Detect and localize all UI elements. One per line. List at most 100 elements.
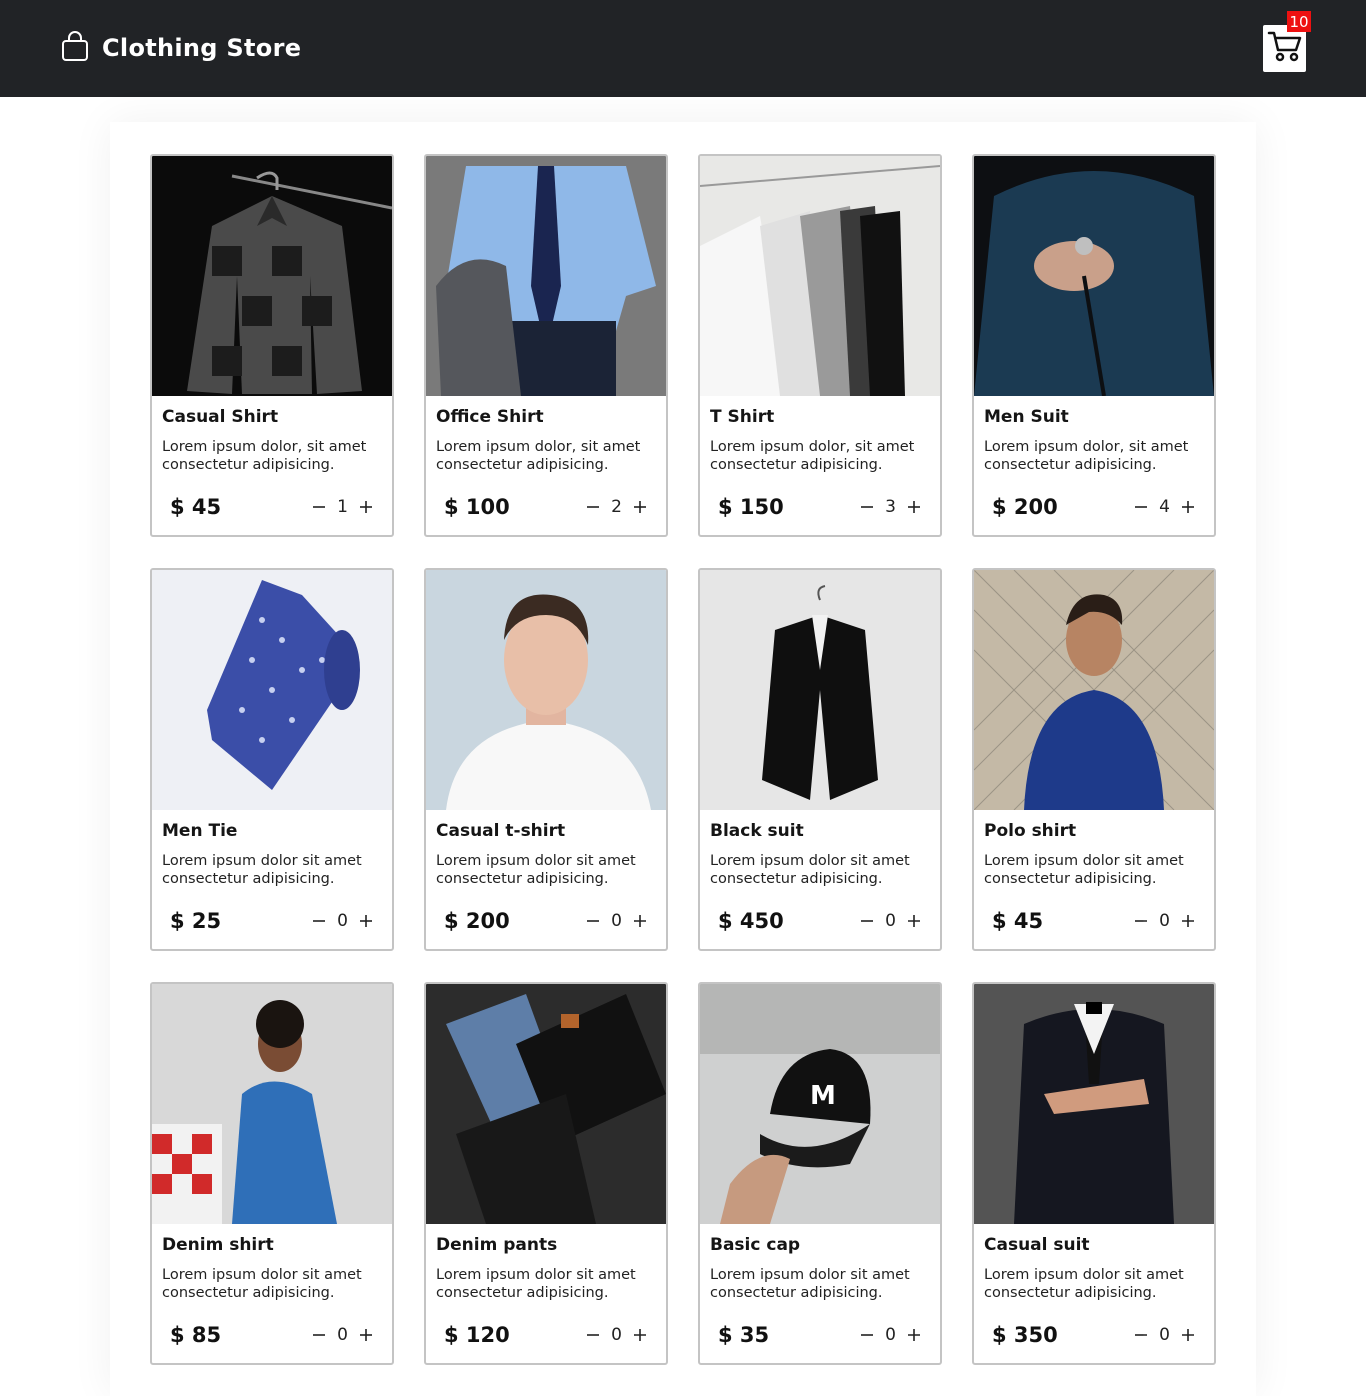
increment-button[interactable] xyxy=(358,499,374,515)
quantity-stepper: 0 xyxy=(859,911,922,931)
product-description: Lorem ipsum dolor sit amet consectetur a… xyxy=(984,1267,1184,1301)
increment-button[interactable] xyxy=(358,913,374,929)
minus-icon xyxy=(587,1334,600,1336)
product-title: Casual suit xyxy=(984,1235,1090,1255)
minus-icon xyxy=(1135,920,1148,922)
product-card[interactable]: T Shirt Lorem ipsum dolor, sit amet conse… xyxy=(698,154,942,537)
decrement-button[interactable] xyxy=(311,913,327,929)
increment-button[interactable] xyxy=(632,1327,648,1343)
decrement-button[interactable] xyxy=(859,1327,875,1343)
plus-icon xyxy=(908,501,920,513)
product-title: Denim shirt xyxy=(162,1235,274,1255)
decrement-button[interactable] xyxy=(1133,499,1149,515)
product-title: Men Tie xyxy=(162,821,238,841)
quantity-value: 0 xyxy=(1159,1325,1170,1345)
product-card[interactable]: Men Suit Lorem ipsum dolor, sit amet cons… xyxy=(972,154,1216,537)
product-card[interactable]: Casual Shirt Lorem ipsum dolor, sit amet … xyxy=(150,154,394,537)
product-title: Basic cap xyxy=(710,1235,801,1255)
minus-icon xyxy=(313,920,326,922)
minus-icon xyxy=(313,1334,326,1336)
minus-icon xyxy=(861,1334,874,1336)
quantity-stepper: 0 xyxy=(311,1325,374,1345)
product-price: $ 100 xyxy=(444,495,510,519)
product-price: $ 45 xyxy=(992,909,1044,933)
quantity-value: 0 xyxy=(337,911,348,931)
decrement-button[interactable] xyxy=(1133,913,1149,929)
product-description: Lorem ipsum dolor sit amet consectetur a… xyxy=(436,1267,636,1301)
product-card[interactable]: Casual suit Lorem ipsum dolor sit amet co… xyxy=(972,982,1216,1365)
increment-button[interactable] xyxy=(906,1327,922,1343)
increment-button[interactable] xyxy=(1180,1327,1196,1343)
shopping-bag-icon xyxy=(60,30,90,67)
plus-icon xyxy=(360,915,372,927)
plus-icon xyxy=(1182,501,1194,513)
product-card[interactable]: Black suit Lorem ipsum dolor sit amet con… xyxy=(698,568,942,951)
decrement-button[interactable] xyxy=(585,499,601,515)
product-price: $ 150 xyxy=(718,495,784,519)
quantity-value: 4 xyxy=(1159,497,1170,517)
product-card[interactable]: Casual t-shirt Lorem ipsum dolor sit amet… xyxy=(424,568,668,951)
product-title: Casual Shirt xyxy=(162,407,279,427)
increment-button[interactable] xyxy=(906,499,922,515)
product-description: Lorem ipsum dolor, sit amet consectetur … xyxy=(710,439,915,473)
product-description: Lorem ipsum dolor sit amet consectetur a… xyxy=(436,853,636,887)
increment-button[interactable] xyxy=(1180,913,1196,929)
product-card[interactable]: Denim shirt Lorem ipsum dolor sit amet co… xyxy=(150,982,394,1365)
product-card[interactable]: Polo shirt Lorem ipsum dolor sit amet con… xyxy=(972,568,1216,951)
store-title: Clothing Store xyxy=(102,34,302,62)
product-title: Casual t-shirt xyxy=(436,821,566,841)
quantity-stepper: 0 xyxy=(1133,1325,1196,1345)
quantity-stepper: 3 xyxy=(859,497,922,517)
minus-icon xyxy=(587,506,600,508)
product-card[interactable]: Denim pants Lorem ipsum dolor sit amet co… xyxy=(424,982,668,1365)
product-description: Lorem ipsum dolor sit amet consectetur a… xyxy=(162,1267,362,1301)
quantity-value: 0 xyxy=(1159,911,1170,931)
decrement-button[interactable] xyxy=(585,1327,601,1343)
product-description: Lorem ipsum dolor, sit amet consectetur … xyxy=(162,439,367,473)
product-price: $ 120 xyxy=(444,1323,510,1347)
product-image xyxy=(426,156,666,396)
decrement-button[interactable] xyxy=(311,499,327,515)
quantity-stepper: 4 xyxy=(1133,497,1196,517)
increment-button[interactable] xyxy=(358,1327,374,1343)
decrement-button[interactable] xyxy=(585,913,601,929)
product-card[interactable]: Office Shirt Lorem ipsum dolor, sit amet … xyxy=(424,154,668,537)
top-navbar: Clothing Store 10 xyxy=(0,0,1366,97)
product-image xyxy=(152,156,392,396)
product-price: $ 450 xyxy=(718,909,784,933)
decrement-button[interactable] xyxy=(859,913,875,929)
quantity-value: 0 xyxy=(885,911,896,931)
minus-icon xyxy=(1135,506,1148,508)
product-card[interactable]: M Basic cap Lorem ipsum dolor sit amet con… xyxy=(698,982,942,1365)
increment-button[interactable] xyxy=(906,913,922,929)
decrement-button[interactable] xyxy=(311,1327,327,1343)
increment-button[interactable] xyxy=(1180,499,1196,515)
plus-icon xyxy=(908,1329,920,1341)
decrement-button[interactable] xyxy=(859,499,875,515)
decrement-button[interactable] xyxy=(1133,1327,1149,1343)
product-description: Lorem ipsum dolor sit amet consectetur a… xyxy=(710,1267,910,1301)
quantity-stepper: 0 xyxy=(585,1325,648,1345)
quantity-value: 0 xyxy=(611,1325,622,1345)
product-image xyxy=(152,984,392,1224)
increment-button[interactable] xyxy=(632,913,648,929)
quantity-stepper: 2 xyxy=(585,497,648,517)
cart-icon xyxy=(1267,29,1303,68)
cart-count-badge: 10 xyxy=(1287,11,1311,32)
brand[interactable]: Clothing Store xyxy=(60,30,301,66)
plus-icon xyxy=(634,501,646,513)
quantity-value: 0 xyxy=(337,1325,348,1345)
product-image xyxy=(974,984,1214,1224)
plus-icon xyxy=(908,915,920,927)
product-image xyxy=(974,156,1214,396)
product-image xyxy=(700,156,940,396)
product-title: Office Shirt xyxy=(436,407,544,427)
plus-icon xyxy=(1182,1329,1194,1341)
product-price: $ 350 xyxy=(992,1323,1058,1347)
product-title: Men Suit xyxy=(984,407,1069,427)
product-description: Lorem ipsum dolor, sit amet consectetur … xyxy=(436,439,641,473)
increment-button[interactable] xyxy=(632,499,648,515)
cart-button[interactable] xyxy=(1263,25,1306,72)
product-image xyxy=(426,570,666,810)
product-card[interactable]: Men Tie Lorem ipsum dolor sit amet consec… xyxy=(150,568,394,951)
